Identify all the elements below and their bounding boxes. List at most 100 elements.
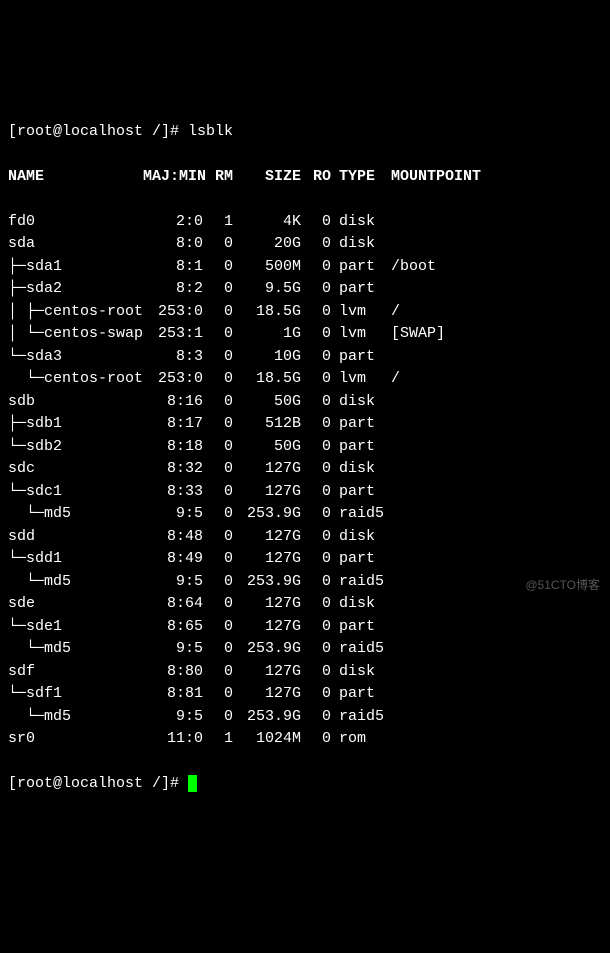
majmin-value: 8:32 (143, 458, 203, 481)
ro-value: 0 (301, 616, 331, 639)
command-text: lsblk (188, 123, 233, 140)
ro-value: 0 (301, 413, 331, 436)
type-value: part (331, 256, 391, 279)
type-value: lvm (331, 301, 391, 324)
device-name: sdd (8, 526, 143, 549)
lsblk-row: fd02:014K0disk (8, 211, 602, 234)
size-value: 127G (233, 616, 301, 639)
size-value: 127G (233, 593, 301, 616)
ro-value: 0 (301, 503, 331, 526)
majmin-value: 8:49 (143, 548, 203, 571)
ro-value: 0 (301, 211, 331, 234)
device-name: │ └─centos-swap (8, 323, 143, 346)
ro-value: 0 (301, 593, 331, 616)
majmin-value: 8:64 (143, 593, 203, 616)
lsblk-row: sdd8:480127G0disk (8, 526, 602, 549)
mountpoint-value: /boot (391, 256, 436, 279)
cursor-icon (188, 775, 197, 792)
lsblk-row: └─md59:50253.9G0raid5 (8, 503, 602, 526)
size-value: 1G (233, 323, 301, 346)
majmin-value: 8:16 (143, 391, 203, 414)
ro-value: 0 (301, 323, 331, 346)
type-value: lvm (331, 323, 391, 346)
lsblk-row: └─sdf18:810127G0part (8, 683, 602, 706)
type-value: lvm (331, 368, 391, 391)
lsblk-rows: fd02:014K0disksda8:0020G0disk├─sda18:105… (8, 211, 602, 751)
rm-value: 0 (203, 481, 233, 504)
rm-value: 0 (203, 413, 233, 436)
lsblk-row: ├─sda18:10500M0part/boot (8, 256, 602, 279)
header-mountpoint: MOUNTPOINT (391, 166, 481, 189)
type-value: raid5 (331, 571, 391, 594)
device-name: └─centos-root (8, 368, 143, 391)
size-value: 253.9G (233, 638, 301, 661)
majmin-value: 8:65 (143, 616, 203, 639)
lsblk-row: ├─sda28:209.5G0part (8, 278, 602, 301)
shell-prompt: [root@localhost /]# (8, 123, 188, 140)
size-value: 50G (233, 436, 301, 459)
type-value: disk (331, 526, 391, 549)
ro-value: 0 (301, 728, 331, 751)
rm-value: 0 (203, 706, 233, 729)
majmin-value: 8:1 (143, 256, 203, 279)
ro-value: 0 (301, 233, 331, 256)
device-name: sr0 (8, 728, 143, 751)
shell-prompt: [root@localhost /]# (8, 775, 188, 792)
device-name: │ ├─centos-root (8, 301, 143, 324)
type-value: disk (331, 211, 391, 234)
prompt-line-2[interactable]: [root@localhost /]# (8, 773, 602, 796)
header-name: NAME (8, 166, 143, 189)
majmin-value: 8:33 (143, 481, 203, 504)
majmin-value: 8:17 (143, 413, 203, 436)
rm-value: 0 (203, 458, 233, 481)
rm-value: 0 (203, 368, 233, 391)
majmin-value: 253:0 (143, 301, 203, 324)
type-value: part (331, 346, 391, 369)
lsblk-header-row: NAMEMAJ:MINRMSIZEROTYPEMOUNTPOINT (8, 166, 602, 189)
size-value: 127G (233, 661, 301, 684)
rm-value: 0 (203, 683, 233, 706)
rm-value: 0 (203, 323, 233, 346)
device-name: └─sde1 (8, 616, 143, 639)
rm-value: 0 (203, 526, 233, 549)
size-value: 512B (233, 413, 301, 436)
lsblk-row: sr011:011024M0rom (8, 728, 602, 751)
rm-value: 1 (203, 728, 233, 751)
header-size: SIZE (233, 166, 301, 189)
lsblk-row: └─sdb28:18050G0part (8, 436, 602, 459)
type-value: part (331, 683, 391, 706)
watermark-text: @51CTO博客 (525, 576, 600, 594)
lsblk-row: └─centos-root253:0018.5G0lvm/ (8, 368, 602, 391)
type-value: disk (331, 593, 391, 616)
lsblk-row: └─md59:50253.9G0raid5 (8, 638, 602, 661)
ro-value: 0 (301, 368, 331, 391)
majmin-value: 8:0 (143, 233, 203, 256)
majmin-value: 8:48 (143, 526, 203, 549)
lsblk-row: └─sde18:650127G0part (8, 616, 602, 639)
size-value: 127G (233, 526, 301, 549)
type-value: rom (331, 728, 391, 751)
ro-value: 0 (301, 278, 331, 301)
device-name: └─md5 (8, 638, 143, 661)
ro-value: 0 (301, 436, 331, 459)
device-name: ├─sdb1 (8, 413, 143, 436)
device-name: ├─sda2 (8, 278, 143, 301)
size-value: 1024M (233, 728, 301, 751)
size-value: 20G (233, 233, 301, 256)
type-value: raid5 (331, 638, 391, 661)
lsblk-row: sdf8:800127G0disk (8, 661, 602, 684)
terminal-output: [root@localhost /]# lsblk NAMEMAJ:MINRMS… (8, 98, 602, 818)
mountpoint-value: / (391, 368, 400, 391)
rm-value: 0 (203, 638, 233, 661)
lsblk-row: sdc8:320127G0disk (8, 458, 602, 481)
size-value: 10G (233, 346, 301, 369)
type-value: part (331, 413, 391, 436)
rm-value: 0 (203, 391, 233, 414)
ro-value: 0 (301, 481, 331, 504)
prompt-line-1: [root@localhost /]# lsblk (8, 121, 602, 144)
ro-value: 0 (301, 526, 331, 549)
ro-value: 0 (301, 638, 331, 661)
size-value: 127G (233, 548, 301, 571)
rm-value: 0 (203, 593, 233, 616)
rm-value: 0 (203, 548, 233, 571)
